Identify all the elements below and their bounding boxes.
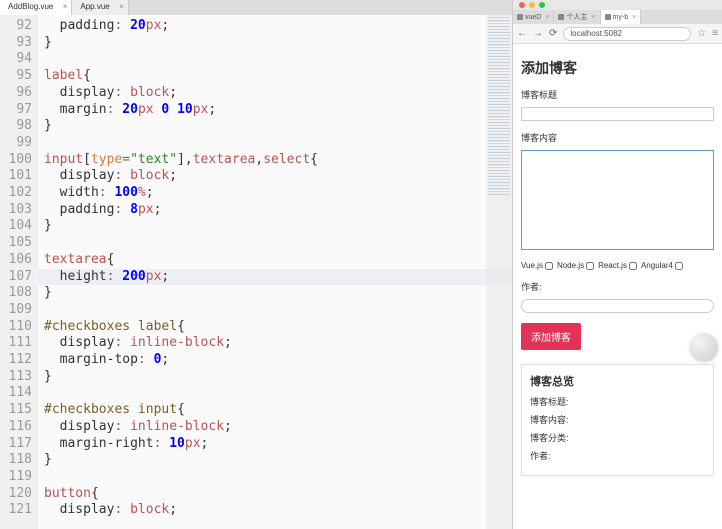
code-line[interactable]: } (44, 118, 512, 135)
close-tab-icon[interactable]: × (591, 14, 595, 21)
menu-icon[interactable]: ≡ (712, 28, 718, 39)
browser-tab-label: 个人主 (566, 12, 587, 22)
category-label: Angular4 (641, 261, 673, 270)
code-line[interactable]: } (44, 369, 512, 386)
category-checkbox[interactable] (586, 262, 594, 270)
code-area[interactable]: 9293949596979899100101102103104105106107… (0, 15, 512, 529)
rendered-page: 添加博客 博客标题 博客内容 Vue.js Node.js React.js Angu… (513, 44, 722, 529)
close-window-icon[interactable] (519, 2, 525, 8)
code-editor-pane: AddBlog.vue×App.vue× 9293949596979899100… (0, 0, 513, 529)
summary-content-row: 博客内容: (530, 413, 705, 426)
category-checkbox[interactable] (629, 262, 637, 270)
favicon-icon (558, 14, 564, 20)
close-tab-icon[interactable]: × (119, 2, 124, 11)
author-label: 作者: (521, 280, 714, 293)
code-line[interactable]: input[type="text"],textarea,select{ (44, 152, 512, 169)
browser-tab[interactable]: vueD × (513, 10, 554, 24)
address-bar: ← → ⟳ ☆ ≡ (513, 24, 722, 44)
summary-box: 博客总览 博客标题: 博客内容: 博客分类: 作者: (521, 364, 714, 476)
url-input[interactable] (563, 27, 691, 41)
code-line[interactable] (44, 51, 512, 68)
floating-action-button[interactable] (690, 333, 718, 361)
browser-tab-bar: vueD×个人主×my-b× (513, 10, 722, 24)
code-line[interactable]: display: block; (44, 168, 512, 185)
editor-tab-bar: AddBlog.vue×App.vue× (0, 0, 512, 15)
close-tab-icon[interactable]: × (63, 2, 68, 11)
code-line[interactable] (44, 302, 512, 319)
category-label: Node.js (557, 261, 584, 270)
browser-tab-label: my-b (613, 14, 629, 21)
code-line[interactable]: } (44, 218, 512, 235)
code-line[interactable]: margin-right: 10px; (44, 436, 512, 453)
code-line[interactable] (44, 235, 512, 252)
code-line[interactable]: textarea{ (44, 252, 512, 269)
code-line[interactable]: display: block; (44, 85, 512, 102)
minimap[interactable] (486, 15, 512, 529)
category-label: React.js (598, 261, 627, 270)
code-line[interactable] (44, 135, 512, 152)
browser-tab-label: vueD (525, 14, 541, 21)
code-line[interactable]: width: 100%; (44, 185, 512, 202)
category-option: Vue.js (521, 261, 553, 270)
minimize-window-icon[interactable] (529, 2, 535, 8)
blog-content-textarea[interactable] (521, 150, 714, 250)
code-line[interactable]: margin-top: 0; (44, 352, 512, 369)
category-option: React.js (598, 261, 637, 270)
title-label: 博客标题 (521, 88, 714, 101)
line-number-gutter: 9293949596979899100101102103104105106107… (0, 15, 38, 529)
code-line[interactable] (44, 385, 512, 402)
editor-tab[interactable]: App.vue× (72, 0, 128, 15)
code-line[interactable]: } (44, 285, 512, 302)
category-checkboxes: Vue.js Node.js React.js Angular4 (521, 261, 714, 270)
code-line[interactable]: height: 200px; (38, 269, 512, 286)
editor-tab[interactable]: AddBlog.vue× (0, 0, 72, 15)
page-title: 添加博客 (521, 58, 714, 78)
code-line[interactable]: } (44, 35, 512, 52)
code-line[interactable]: display: inline-block; (44, 335, 512, 352)
favicon-icon (605, 14, 611, 20)
blog-title-input[interactable] (521, 107, 714, 121)
code-line[interactable]: #checkboxes label{ (44, 319, 512, 336)
close-tab-icon[interactable]: × (632, 14, 636, 21)
code-line[interactable]: margin: 20px 0 10px; (44, 102, 512, 119)
author-input[interactable] (521, 299, 714, 313)
code-line[interactable]: } (44, 452, 512, 469)
close-tab-icon[interactable]: × (545, 14, 549, 21)
forward-icon[interactable]: → (533, 28, 543, 39)
code-line[interactable]: display: inline-block; (44, 419, 512, 436)
summary-author-row: 作者: (530, 449, 705, 462)
code-line[interactable]: display: block; (44, 502, 512, 519)
category-option: Angular4 (641, 261, 683, 270)
category-checkbox[interactable] (545, 262, 553, 270)
category-label: Vue.js (521, 261, 543, 270)
code-line[interactable]: button{ (44, 486, 512, 503)
reload-icon[interactable]: ⟳ (549, 28, 557, 39)
maximize-window-icon[interactable] (539, 2, 545, 8)
code-line[interactable]: #checkboxes input{ (44, 402, 512, 419)
window-controls (513, 0, 722, 10)
code-lines[interactable]: padding: 20px;} label{ display: block; m… (38, 15, 512, 529)
category-checkbox[interactable] (675, 262, 683, 270)
summary-heading: 博客总览 (530, 373, 705, 389)
category-option: Node.js (557, 261, 594, 270)
favicon-icon (517, 14, 523, 20)
summary-category-row: 博客分类: (530, 431, 705, 444)
code-line[interactable] (44, 469, 512, 486)
browser-tab[interactable]: 个人主 × (554, 10, 600, 24)
submit-button[interactable]: 添加博客 (521, 323, 581, 350)
browser-tab[interactable]: my-b× (601, 10, 642, 24)
back-icon[interactable]: ← (517, 28, 527, 39)
code-line[interactable]: label{ (44, 68, 512, 85)
browser-pane: vueD×个人主×my-b× ← → ⟳ ☆ ≡ 添加博客 博客标题 博客内容 … (513, 0, 722, 529)
summary-title-row: 博客标题: (530, 395, 705, 408)
content-label: 博客内容 (521, 131, 714, 144)
bookmark-icon[interactable]: ☆ (697, 28, 706, 39)
code-line[interactable]: padding: 8px; (44, 202, 512, 219)
code-line[interactable]: padding: 20px; (44, 18, 512, 35)
